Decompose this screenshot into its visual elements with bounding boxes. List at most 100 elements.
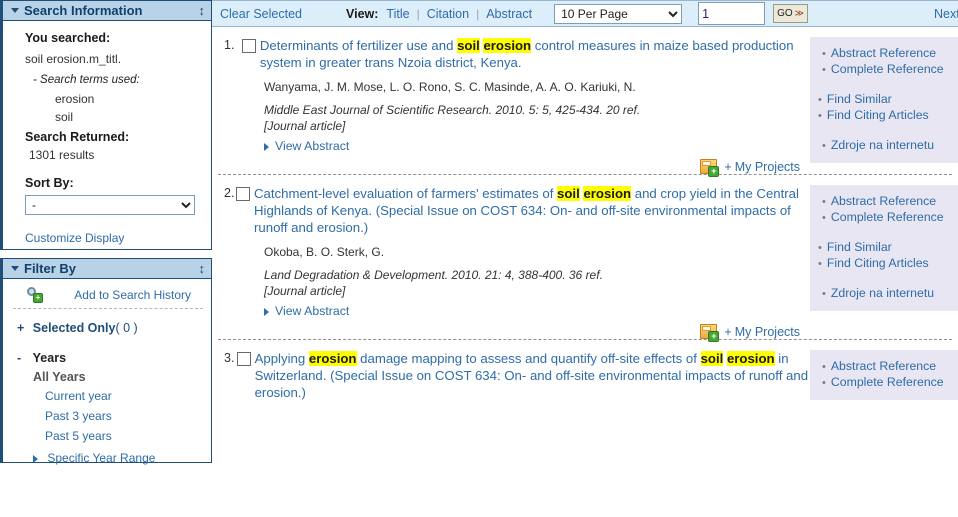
add-to-my-projects[interactable]: + My Projects [224,324,810,342]
result-checkbox[interactable] [236,187,251,201]
result-checkbox[interactable] [236,352,251,366]
filter-all-years[interactable]: All Years [3,367,211,386]
chevron-right-icon[interactable] [33,454,38,463]
chevron-down-icon[interactable] [11,8,19,13]
side-group-find: • Find Similar • Find Citing Articles [810,239,958,271]
zdroje-na-internetu-link[interactable]: Zdroje na internetu [831,138,934,152]
sort-by-select[interactable]: - [25,195,195,215]
result-item: 2. Catchment-level evaluation of farmers… [212,175,958,342]
side-item[interactable]: • Find Citing Articles [810,255,958,271]
result-title[interactable]: Determinants of fertilizer use and soil … [260,37,810,71]
abstract-reference-link[interactable]: Abstract Reference [831,359,936,373]
result-checkbox[interactable] [241,39,256,53]
side-item[interactable]: • Find Similar [810,91,958,107]
add-to-search-history-link[interactable]: Add to Search History [74,288,191,302]
highlighted-term: erosion [583,186,632,201]
result-authors: Wanyama, J. M. Mose, L. O. Rono, S. C. M… [264,80,636,94]
zdroje-na-internetu-link[interactable]: Zdroje na internetu [831,286,934,300]
resize-vertical-icon[interactable]: ↕ [199,262,206,275]
filter-current-year-link[interactable]: Current year [45,389,112,403]
main-content: Clear Selected View: Title | Citation | … [212,0,958,517]
chevron-right-icon [264,142,269,151]
results-list: 1. Determinants of fertilizer use and so… [212,27,958,517]
chevron-right-icon [264,307,269,316]
resize-vertical-icon[interactable]: ↕ [199,4,206,17]
highlighted-term: soil [700,351,724,366]
filter-past-3-years-link[interactable]: Past 3 years [45,409,112,423]
view-abstract-toggle[interactable]: View Abstract [264,139,810,153]
complete-reference-link[interactable]: Complete Reference [831,62,944,76]
customize-display-link[interactable]: Customize Display [25,231,124,245]
selected-only-label[interactable]: Selected Only [33,321,116,335]
side-item[interactable]: • Complete Reference [810,209,958,225]
find-citing-articles-link[interactable]: Find Citing Articles [827,108,929,122]
complete-reference-link[interactable]: Complete Reference [831,210,944,224]
filter-by-header[interactable]: Filter By ↕ [0,258,212,279]
chevron-down-icon[interactable] [11,266,19,271]
find-similar-link[interactable]: Find Similar [827,240,892,254]
view-abstract-label: View Abstract [275,139,350,153]
my-projects-label[interactable]: My Projects [735,325,800,339]
filter-by-title: Filter By [24,261,77,276]
side-item[interactable]: • Find Similar [810,239,958,255]
view-tab-title[interactable]: Title [386,7,409,21]
add-to-search-history-row[interactable]: + Add to Search History [13,279,203,309]
search-term: erosion [55,92,95,106]
result-side-box: • Abstract Reference • Complete Referenc… [810,37,958,163]
filter-past-5-years-link[interactable]: Past 5 years [45,429,112,443]
view-abstract-toggle[interactable]: View Abstract [264,304,810,318]
abstract-reference-link[interactable]: Abstract Reference [831,46,936,60]
filter-specific-year-range[interactable]: Specific Year Range [3,446,211,468]
side-item[interactable]: • Zdroje na internetu [810,285,958,301]
side-item[interactable]: • Abstract Reference [810,358,958,374]
filter-by-panel: Filter By ↕ + Add to Search History + Se… [0,258,212,465]
side-item[interactable]: • Find Citing Articles [810,107,958,123]
bullet-icon: • [822,361,826,373]
search-information-header[interactable]: Search Information ↕ [0,0,212,21]
specific-year-range-link[interactable]: Specific Year Range [47,451,155,465]
result-title[interactable]: Catchment-level evaluation of farmers' e… [254,185,810,236]
view-abstract-label: View Abstract [275,304,350,318]
filter-current-year[interactable]: Current year [3,386,211,406]
result-side-box: • Abstract Reference • Complete Referenc… [810,350,958,400]
bullet-icon: • [822,377,826,389]
filter-past-3-years[interactable]: Past 3 years [3,406,211,426]
results-count: 1301 results [29,148,95,162]
side-group-find: • Find Similar • Find Citing Articles [810,91,958,123]
next-page-link[interactable]: Next [934,7,958,21]
go-button[interactable]: GO ≫ [773,4,809,23]
add-to-my-projects[interactable]: + My Projects [224,159,810,177]
complete-reference-link[interactable]: Complete Reference [831,375,944,389]
selected-only-expand-toggle[interactable]: + [17,321,24,335]
abstract-reference-link[interactable]: Abstract Reference [831,194,936,208]
years-group-header[interactable]: - Years [3,341,211,367]
years-collapse-toggle[interactable]: - [17,351,21,365]
view-tab-abstract[interactable]: Abstract [486,7,532,21]
side-item[interactable]: • Complete Reference [810,374,958,390]
side-item[interactable]: • Complete Reference [810,61,958,77]
filter-past-5-years[interactable]: Past 5 years [3,426,211,446]
result-item: 3. Applying erosion damage mapping to as… [212,340,958,401]
side-group-references: • Abstract Reference • Complete Referenc… [810,45,958,77]
side-item[interactable]: • Abstract Reference [810,45,958,61]
result-item: 1. Determinants of fertilizer use and so… [212,27,958,177]
result-authors: Okoba, B. O. Sterk, G. [264,245,385,259]
my-projects-label[interactable]: My Projects [735,160,800,174]
per-page-select[interactable]: 10 Per Page [554,3,683,24]
find-citing-articles-link[interactable]: Find Citing Articles [827,256,929,270]
selected-only-count: ( 0 ) [115,321,138,335]
you-searched-label: You searched: [25,31,111,45]
my-projects-plus: + [724,159,732,174]
view-separator: | [416,6,420,21]
result-number: 1. [224,38,235,52]
bullet-icon: • [822,288,826,300]
clear-selected-button[interactable]: Clear Selected [220,7,302,21]
side-item[interactable]: • Zdroje na internetu [810,137,958,153]
side-item[interactable]: • Abstract Reference [810,193,958,209]
find-similar-link[interactable]: Find Similar [827,92,892,106]
result-title[interactable]: Applying erosion damage mapping to asses… [255,350,810,401]
page-number-input[interactable] [698,2,766,25]
bullet-icon: • [822,196,826,208]
selected-only-row[interactable]: + Selected Only( 0 ) [3,309,211,341]
view-tab-citation[interactable]: Citation [427,7,469,21]
